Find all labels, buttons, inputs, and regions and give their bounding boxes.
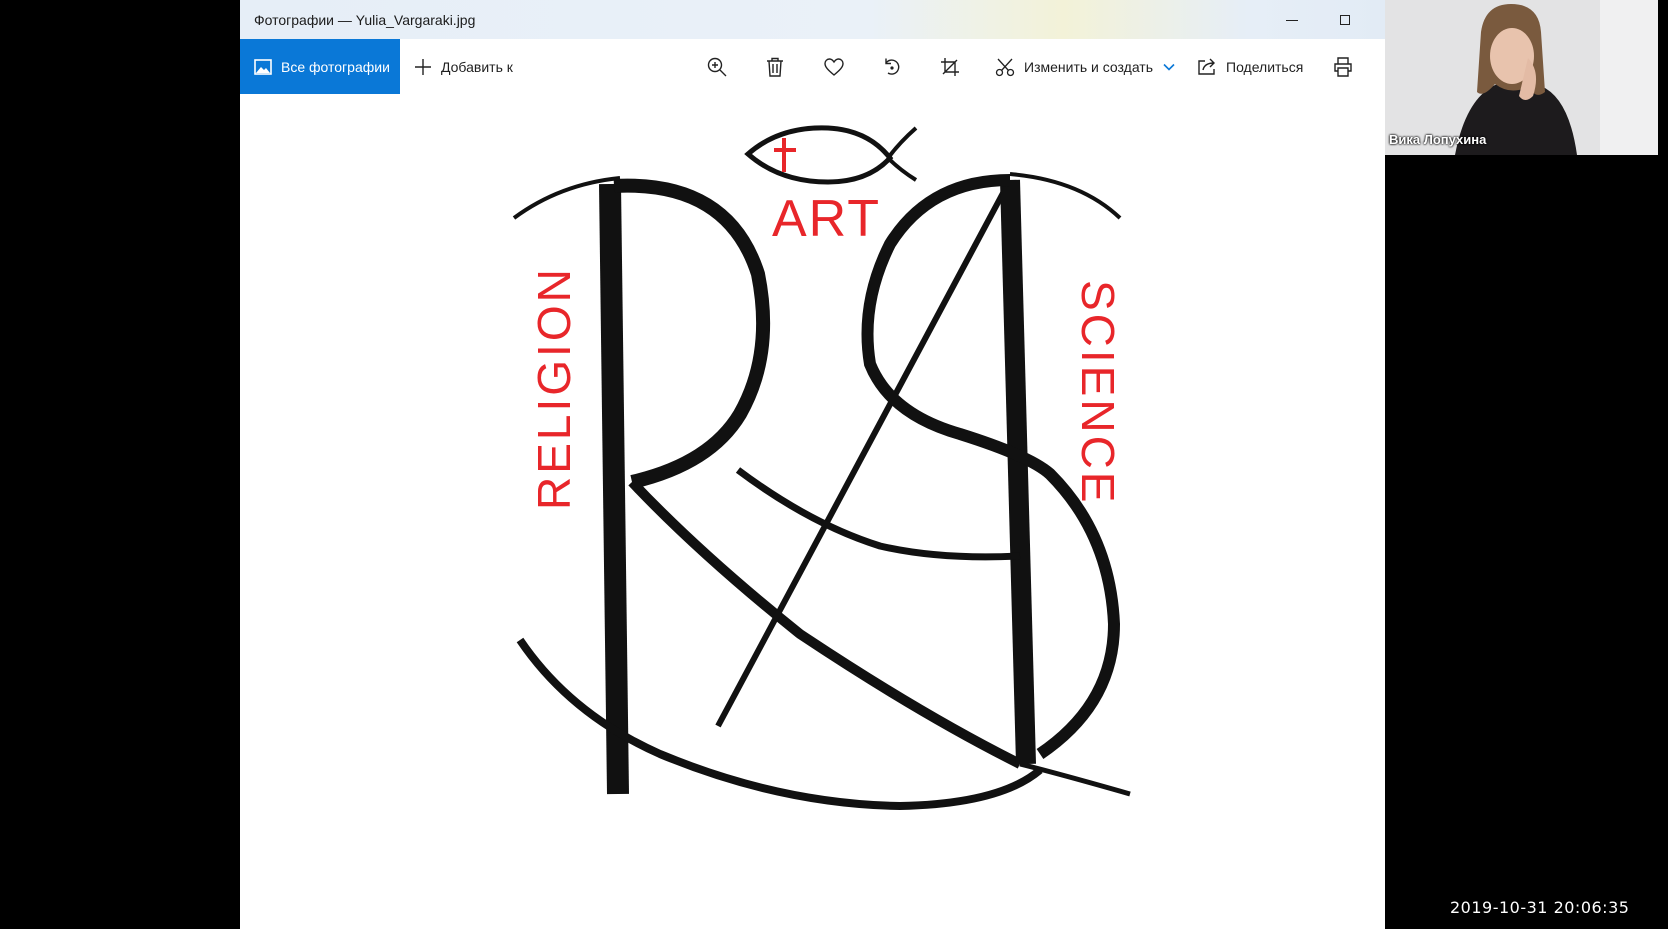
print-button[interactable] — [1333, 39, 1353, 94]
artwork-religion-text: RELIGION — [528, 266, 580, 510]
screen: Фотографии — Yulia_Vargaraki.jpg Все фот… — [0, 0, 1668, 929]
printer-icon — [1334, 56, 1352, 77]
artwork-science-text: SCIENCE — [1072, 280, 1124, 505]
add-to-button[interactable]: Добавить к — [414, 39, 513, 94]
share-icon — [1198, 58, 1215, 75]
minimize-button[interactable] — [1277, 8, 1307, 32]
all-photos-button[interactable]: Все фотографии — [240, 39, 400, 94]
photo-viewer[interactable]: ART RELIGION SCIENCE — [240, 94, 1385, 929]
artwork-art-text: ART — [772, 190, 881, 248]
participant-video: Вика Лопухина — [1385, 0, 1658, 155]
rotate-icon — [885, 58, 900, 75]
all-photos-label: Все фотографии — [281, 58, 390, 75]
share-label: Поделиться — [1226, 58, 1304, 75]
edit-create-label: Изменить и создать — [1024, 58, 1154, 75]
expand-icon[interactable] — [1384, 882, 1385, 908]
window-title: Фотографии — Yulia_Vargaraki.jpg — [254, 12, 476, 28]
zoom-in-icon — [707, 57, 727, 76]
scissors-icon — [995, 58, 1015, 76]
photo-icon — [254, 58, 272, 75]
toolbar: Все фотографии Добавить к Изменить и соз… — [240, 39, 1385, 94]
artwork-image: ART RELIGION SCIENCE — [512, 125, 1131, 811]
zoom-in-button[interactable] — [707, 39, 727, 94]
delete-button[interactable] — [766, 39, 784, 94]
chevron-down-icon — [1163, 63, 1175, 71]
trash-icon — [767, 57, 783, 77]
maximize-icon — [1340, 15, 1350, 25]
rotate-button[interactable] — [882, 39, 902, 94]
crop-button[interactable] — [940, 39, 960, 94]
add-to-label: Добавить к — [441, 58, 513, 75]
share-button[interactable]: Поделиться — [1197, 39, 1303, 94]
recording-timestamp: 2019-10-31 20:06:35 — [1450, 898, 1630, 917]
maximize-button[interactable] — [1330, 8, 1360, 32]
edit-create-button[interactable]: Изменить и создать — [995, 39, 1175, 94]
crop-icon — [941, 57, 959, 76]
photos-app-window: Фотографии — Yulia_Vargaraki.jpg Все фот… — [240, 0, 1385, 929]
title-bar: Фотографии — Yulia_Vargaraki.jpg — [240, 0, 1385, 39]
participant-name: Вика Лопухина — [1389, 132, 1487, 147]
favorite-button[interactable] — [824, 39, 844, 94]
heart-icon — [824, 57, 844, 76]
minimize-icon — [1286, 19, 1298, 21]
plus-icon — [415, 58, 431, 75]
